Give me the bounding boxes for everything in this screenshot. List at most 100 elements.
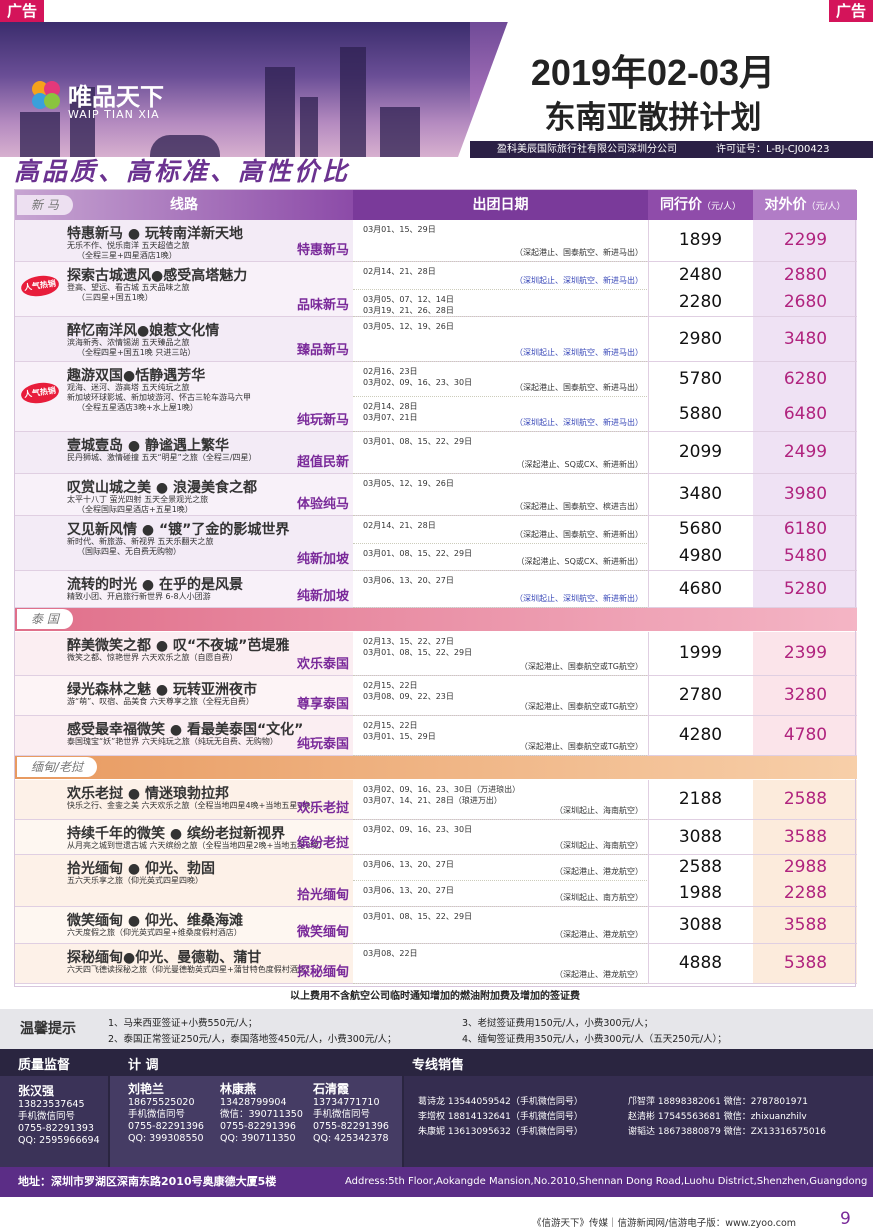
departure-line: 03月06、13、20、27日 （深圳起止、南方航空） [353, 881, 647, 907]
tour-row: 拾光缅甸 ● 仰光、勃固 五六天乐享之旅（仰光英式四星四晚） 拾光缅甸 03月06、1… [15, 855, 857, 907]
departure-dates: 03月05、07、12、14日 [363, 294, 454, 304]
route-tag-label: 品味新马 [296, 298, 349, 313]
departure-dates: 03月01、15、29日 [363, 732, 436, 741]
airline-info: （深起港止、SQ或CX、新进新出） [516, 557, 643, 566]
tour-table: 线路 出团日期 同行价（元/人） 对外价（元/人） 新 马 泰 国缅甸/老挝 特惠… [14, 189, 857, 987]
trade-price: 2480 [678, 264, 723, 285]
route-tag-label: 臻品新马 [296, 343, 349, 358]
departure-dates: 02月15、22日 [363, 721, 418, 730]
trade-price: 4888 [678, 953, 723, 973]
route-desc: 新加坡环球影城、新加坡游河、怀古三轮车游马六甲 [67, 393, 251, 402]
departure-dates: 03月01、08、15、22、29日 [363, 548, 473, 558]
quality-contact: 张汉强 13823537645 手机微信同号 0755-82291393 QQ: 2… [18, 1084, 100, 1146]
route-cell: 流转的时光 ● 在乎的是风景 精致小团、开启旅行新世界 6-8人小团游 纯新加坡 [15, 571, 353, 607]
trade-price: 2980 [678, 328, 723, 349]
route-desc: 微笑之都、惊艳世界 六天欢乐之旅（自愿自费） [67, 653, 238, 662]
tour-row: 微笑缅甸 ● 仰光、维桑海滩 六天度假之旅（仰光英式四星+维桑度假村酒店） 微笑缅甸… [15, 907, 857, 944]
airline-info: （深圳起止、深圳航空、新进新出） [515, 594, 643, 603]
airline-info: （深起港止、国泰航空或TG航空） [519, 662, 643, 671]
route-tag-label: 纯玩新马 [296, 413, 349, 428]
tour-row: 叹赏山城之美 ● 浪漫美食之都 太平十八丁 萤光四射 五天全景观光之旅 （全程国际四… [15, 474, 857, 516]
header-trade-price: 同行价（元/人） [648, 190, 753, 220]
tip-item: 3、老挝签证费用150元/人，小费300元/人； [462, 1018, 654, 1029]
route-title: 微笑缅甸 ● 仰光、维桑海滩 [67, 913, 243, 929]
region-tag-xinma: 新 马 [17, 195, 73, 215]
ad-badge-right: 广告 [828, 0, 873, 22]
tour-row: 欢乐老挝 ● 情迷琅勃拉邦 快乐之行、金銮之美 六天欢乐之旅（全程当地四星4晚+当… [15, 780, 857, 820]
public-price: 3480 [783, 328, 828, 349]
route-tag-label: 缤纷老挝 [296, 836, 349, 851]
departure-line: 02月15、22日 03月01、15、29日 （深起港止、国泰航空或TG航空） [353, 716, 647, 756]
logo-name: 唯品天下 [68, 83, 164, 111]
route-desc: （全程四星+国五1晚 只进三站） [77, 348, 196, 357]
brand-logo: 唯品天下 WAIP TIAN XIA [30, 77, 210, 132]
route-desc: 新时代、新旅游、新视界 五天乐翻天之旅 [67, 537, 214, 546]
route-desc: 六天度假之旅（仰光英式四星+维桑度假村酒店） [67, 928, 242, 937]
departure-line: 03月05、12、19、26日 （深圳起止、深圳航空、新进马出） [353, 317, 647, 362]
trade-price: 2588 [678, 857, 723, 877]
company-name: 盈科美辰国际旅行社有限公司深圳分公司 [497, 144, 677, 155]
airline-info: （深起港止、国泰航空或TG航空） [519, 742, 643, 751]
route-tag-label: 尊享泰国 [296, 697, 349, 712]
route-cell: 拾光缅甸 ● 仰光、勃固 五六天乐享之旅（仰光英式四星四晚） 拾光缅甸 [15, 855, 353, 906]
route-title: 又见新风情 ● “镀”了金的影城世界 [67, 522, 290, 538]
route-desc: （国际四星、无自费无购物） [77, 547, 181, 556]
departure-line: 02月16、23日 03月02、09、16、23、30日 （深起港止、国泰航空、新进… [353, 362, 647, 397]
tour-row: 趣游双国●恬静遇芳华 观海、迷河、游高塔 五天纯玩之旅 新加坡环球影城、新加坡游河、… [15, 362, 857, 432]
quality-heading: 质量监督 [18, 1058, 71, 1073]
slogan: 高品质、高标准、高性价比 [14, 157, 351, 186]
public-price: 2988 [783, 857, 828, 877]
tip-item: 4、缅甸签证费用350元/人，小费300元/人（五天250元/人）； [462, 1034, 727, 1045]
route-desc: 无乐不作、悦乐南洋 五天超值之旅 [67, 241, 190, 250]
public-price: 6280 [783, 368, 828, 389]
license-number: 许可证号：L-BJ-CJ00423 [716, 144, 830, 155]
company-info-bar: 盈科美辰国际旅行社有限公司深圳分公司 许可证号：L-BJ-CJ00423 [470, 141, 873, 158]
tour-row: 特惠新马 ● 玩转南洋新天地 无乐不作、悦乐南洋 五天超值之旅 （全程三星+四星酒店… [15, 220, 857, 262]
public-price: 2499 [783, 442, 828, 462]
route-desc: （三四星+国五1晚） [77, 293, 153, 302]
departure-dates: 03月06、13、20、27日 [363, 886, 454, 895]
public-price: 6480 [783, 403, 828, 424]
trade-price: 4680 [678, 578, 723, 599]
departure-dates: 03月01、08、15、22、29日 [363, 912, 473, 921]
route-desc: 精致小团、开启旅行新世界 6-8人小团游 [67, 592, 211, 601]
address-bar: 地址：深圳市罗湖区深南东路2010号奥康德大厦5楼 Address:5th Fl… [0, 1167, 873, 1197]
trade-price: 5780 [678, 368, 723, 389]
trade-price: 1988 [678, 883, 723, 903]
trade-price: 5680 [678, 518, 723, 539]
tips-panel: 温馨提示 1、马来西亚签证+小费550元/人； 2、泰国正常签证250元/人，泰… [0, 1009, 873, 1049]
departure-line: 03月01、15、29日 （深起港止、国泰航空、新进马出） [353, 220, 647, 262]
route-tag-label: 探秘缅甸 [296, 965, 349, 980]
route-title: 探索古城遗风●感受高塔魅力 [67, 268, 248, 284]
departure-dates: 02月13、15、22、27日 [363, 637, 454, 646]
airline-info: （深圳起止、深圳航空、新进马出） [515, 418, 643, 427]
route-cell: 探索古城遗风●感受高塔魅力 登高、望远、看古城 五天品味之旅 （三四星+国五1晚） 品… [15, 262, 353, 316]
trade-price: 3480 [678, 484, 723, 504]
route-desc: （全程国际四星酒店+五星1晚） [77, 505, 193, 514]
tour-row: 又见新风情 ● “镀”了金的影城世界 新时代、新旅游、新视界 五天乐翻天之旅 （国际… [15, 516, 857, 571]
tip-item: 1、马来西亚签证+小费550元/人； [108, 1018, 258, 1029]
ops-contact: 刘艳兰 18675525020 手机微信同号 0755-82291396 QQ: 3… [128, 1082, 204, 1144]
ops-contact: 林康燕 13428799904 微信：390711350 0755-8229139… [220, 1082, 303, 1144]
public-price: 2299 [783, 230, 828, 250]
trade-price: 4280 [678, 725, 723, 745]
page-footer: 《信游天下》传媒｜信游新闻网/信游电子版：www.zyoo.com 9 [0, 1209, 873, 1230]
trade-price: 3088 [678, 914, 723, 935]
region-bar-miandian: 缅甸/老挝 [15, 756, 857, 779]
tour-row: 持续千年的微笑 ● 缤纷老挝新视界 从月亮之城到世遗古城 六天缤纷之旅（全程当地四… [15, 820, 857, 855]
departure-line: 02月15、22日 03月08、09、22、23日 （深起港止、国泰航空或TG航空） [353, 676, 647, 716]
tip-item: 2、泰国正常签证250元/人，泰国落地签450元/人，小费300元/人； [108, 1034, 397, 1045]
route-tag-label: 微笑缅甸 [296, 925, 349, 940]
page-number: 9 [840, 1209, 851, 1229]
tour-row: 探索古城遗风●感受高塔魅力 登高、望远、看古城 五天品味之旅 （三四星+国五1晚） 品… [15, 262, 857, 317]
route-tag-label: 超值民新 [296, 455, 349, 470]
route-cell: 又见新风情 ● “镀”了金的影城世界 新时代、新旅游、新视界 五天乐翻天之旅 （国际… [15, 516, 353, 570]
route-desc: 五六天乐享之旅（仰光英式四星四晚） [67, 876, 203, 885]
airline-info: （深起港止、港龙航空） [555, 970, 643, 979]
route-title: 流转的时光 ● 在乎的是风景 [67, 577, 243, 593]
airline-info: （深圳起止、海南航空） [555, 841, 643, 850]
public-price: 2880 [783, 264, 828, 285]
airline-info: （深圳起止、深圳航空、新进马出） [515, 275, 643, 285]
route-title: 叹赏山城之美 ● 浪漫美食之都 [67, 480, 257, 496]
region-bar-taiguo: 泰 国 [15, 608, 857, 631]
